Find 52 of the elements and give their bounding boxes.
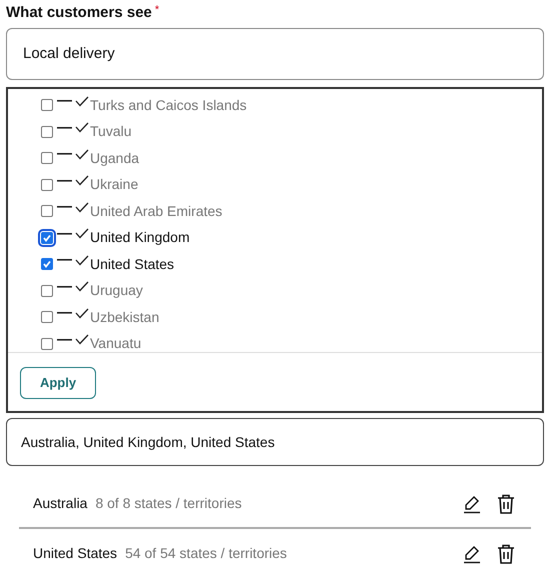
selected-countries-field[interactable]: Australia, United Kingdom, United States: [6, 418, 544, 466]
check-icon: [75, 202, 89, 213]
country-name: Turks and Caicos Islands: [90, 96, 247, 115]
dash-icon: [57, 286, 72, 288]
check-icon: [75, 281, 89, 292]
dash-icon: [57, 338, 72, 341]
checkbox[interactable]: [41, 152, 53, 164]
check-icon: [75, 148, 89, 160]
check-icon: [75, 175, 89, 186]
country-name: United Arab Emirates: [90, 202, 222, 221]
country-name: Tuvalu: [90, 122, 132, 142]
checkbox[interactable]: [41, 178, 53, 191]
dash-icon: [57, 100, 72, 102]
check-icon: [75, 254, 89, 266]
delete-icon[interactable]: [497, 544, 515, 564]
dash-icon: [57, 153, 72, 156]
edit-icon[interactable]: [463, 494, 481, 514]
country-name: Ukraine: [90, 175, 138, 194]
delete-icon[interactable]: [497, 494, 515, 514]
checkbox[interactable]: [41, 284, 53, 297]
dash-icon: [57, 126, 72, 129]
country-name: United States: [90, 254, 174, 274]
region-name: United States: [33, 544, 118, 563]
dash-icon: [57, 180, 72, 182]
check-icon: [75, 308, 89, 319]
region-name: Australia: [33, 494, 88, 513]
dash-icon: [57, 206, 72, 208]
checkbox[interactable]: [41, 338, 53, 350]
checkbox[interactable]: [41, 258, 53, 270]
country-name: Uruguay: [90, 281, 143, 300]
checkbox[interactable]: [41, 205, 53, 218]
country-name: Vanuatu: [90, 334, 142, 352]
country-name: Uganda: [90, 148, 140, 168]
dash-icon: [57, 232, 72, 235]
required-mark: *: [154, 3, 160, 17]
region-detail: 8 of 8 states / territories: [95, 494, 242, 513]
dash-icon: [57, 259, 72, 262]
dash-icon: [57, 312, 72, 314]
edit-icon[interactable]: [463, 544, 481, 564]
apply-button[interactable]: Apply: [20, 367, 96, 399]
country-name: Uzbekistan: [90, 308, 160, 327]
field-label: What customers see: [6, 3, 152, 23]
name-field[interactable]: Local delivery: [6, 28, 544, 80]
checkbox[interactable]: [41, 126, 53, 138]
country-name: United Kingdom: [90, 228, 190, 248]
check-icon: [75, 122, 89, 134]
check-icon: [75, 96, 89, 107]
check-icon: [75, 334, 89, 346]
region-detail: 54 of 54 states / territories: [125, 544, 287, 563]
checkbox[interactable]: [41, 99, 53, 112]
checkbox[interactable]: [41, 311, 53, 324]
check-icon: [75, 228, 89, 240]
